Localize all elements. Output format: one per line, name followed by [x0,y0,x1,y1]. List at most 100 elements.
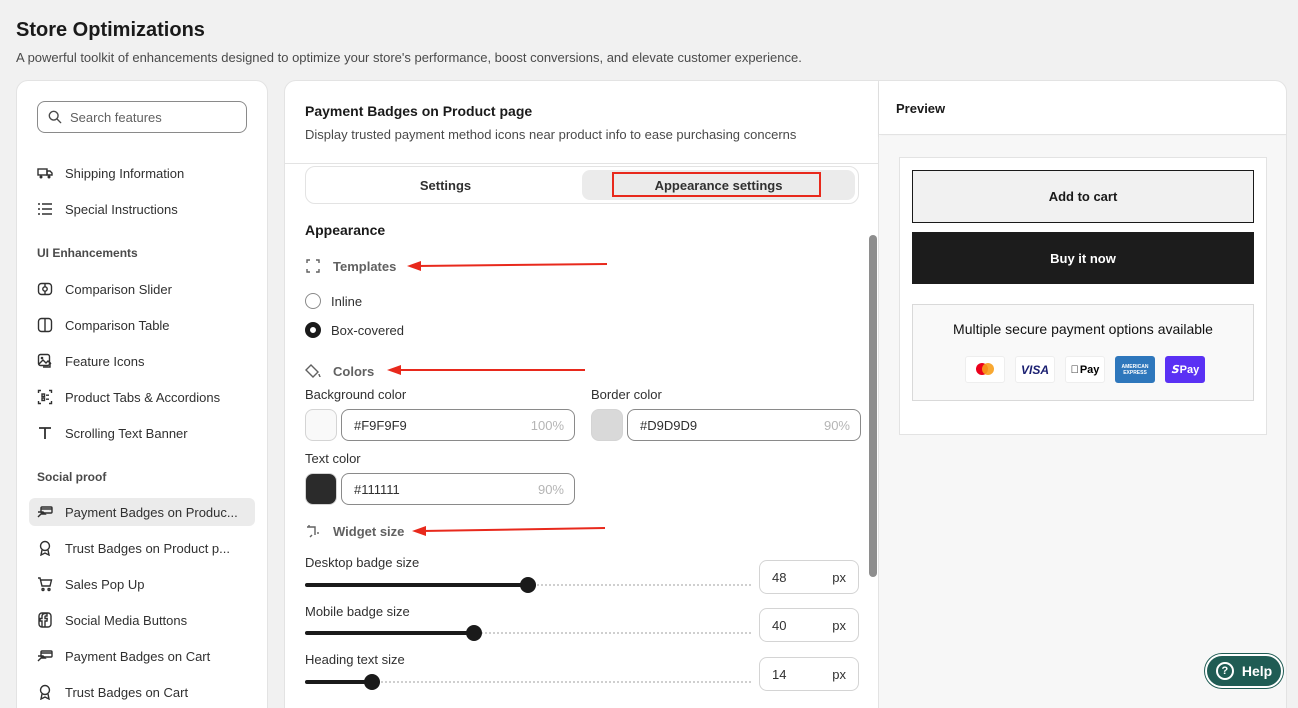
color-value: #111111 [354,481,400,497]
add-to-cart-button[interactable]: Add to cart [912,170,1254,223]
desktop-badge-size-input[interactable]: 48 px [759,560,859,594]
sidebar-item-social-media-buttons[interactable]: Social Media Buttons [29,606,255,634]
sidebar-item-feature-icons[interactable]: Feature Icons [29,347,255,375]
image-icon [37,353,53,369]
templates-heading: Templates [305,257,396,275]
sidebar-item-comparison-slider[interactable]: Comparison Slider [29,275,255,303]
heading-text-size-input[interactable]: 14 px [759,657,859,691]
ribbon-badge-icon [37,684,53,700]
sidebar-item-shipping-information[interactable]: Shipping Information [29,159,255,187]
slider-thumb[interactable] [363,674,380,690]
preview-title: Preview [896,101,946,116]
divider [285,163,879,164]
truck-icon [37,165,53,181]
sidebar-item-payment-badges-cart[interactable]: Payment Badges on Cart [29,642,255,670]
sidebar-item-label: Trust Badges on Product p... [65,540,230,556]
preview-card: Add to cart Buy it now Multiple secure p… [899,157,1267,435]
list-icon [37,201,53,217]
opacity-value: 90% [537,481,564,497]
template-option-inline[interactable]: Inline [305,293,362,309]
background-color-field[interactable]: #F9F9F9 100% [341,409,575,441]
social-icon [37,612,53,628]
search-box[interactable] [37,101,247,133]
tab-settings[interactable]: Settings [309,170,582,200]
border-color-field[interactable]: #D9D9D9 90% [627,409,861,441]
search-icon [48,110,62,124]
sidebar-item-trust-badges-product[interactable]: Trust Badges on Product p... [29,534,255,562]
radio-label: Inline [331,293,363,309]
colors-heading-label: Colors [333,363,375,379]
sidebar-item-product-tabs-accordions[interactable]: Product Tabs & Accordions [29,383,255,411]
border-color-label: Border color [591,387,662,402]
sidebar-item-scrolling-text-banner[interactable]: Scrolling Text Banner [29,419,255,447]
ribbon-badge-icon [37,540,53,556]
sidebar-item-label: Payment Badges on Produc... [65,504,238,520]
payment-hand-icon [37,648,53,664]
sidebar-item-special-instructions[interactable]: Special Instructions [29,195,255,223]
table-columns-icon [37,317,53,333]
tab-appearance-settings[interactable]: Appearance settings [582,170,855,200]
annotation-arrow [387,365,585,375]
scrollbar[interactable] [869,235,877,577]
sidebar-item-label: Social Media Buttons [65,612,188,628]
widget-size-heading: Widget size [305,522,404,540]
background-color-swatch[interactable] [305,409,337,441]
visa-label: VISA [1020,362,1049,377]
desktop-badge-size-slider[interactable] [305,577,751,593]
mobile-badge-size-slider[interactable] [305,625,751,641]
section-title-ui-enhancements: UI Enhancements [37,246,138,260]
template-option-box-covered[interactable]: Box-covered [305,322,404,338]
sidebar-item-label: Feature Icons [65,353,145,369]
section-title-social-proof: Social proof [37,470,107,484]
slider-thumb[interactable] [520,577,536,593]
size-value: 14 [772,666,787,682]
slider-fill [305,680,372,684]
sidebar-item-label: Shipping Information [65,165,185,181]
size-unit: px [832,666,846,682]
search-input[interactable] [70,109,230,125]
radio-button[interactable] [305,293,321,309]
heading-text-size-label: Heading text size [305,652,405,667]
text-color-label: Text color [305,451,361,466]
slider-thumb[interactable] [466,625,483,641]
sidebar-item-payment-badges-product[interactable]: Payment Badges on Produc... [29,498,255,526]
templates-heading-label: Templates [333,258,397,274]
slider-fill [305,583,528,587]
annotation-arrow [407,261,608,271]
payment-badges-widget: Multiple secure payment options availabl… [912,304,1254,401]
heading-text-size-slider[interactable] [305,674,751,690]
color-value: #F9F9F9 [354,417,407,433]
tabs-icon [37,389,53,405]
sidebar-item-label: Special Instructions [65,201,178,217]
annotation-highlight-box [612,172,821,197]
opacity-value: 100% [530,417,564,433]
badge-heading: Multiple secure payment options availabl… [953,321,1213,337]
color-value: #D9D9D9 [640,417,698,433]
badge-row: VISA Pay AMERICAN EXPRESS 𝗦Pay [965,356,1205,383]
preview-area: Add to cart Buy it now Multiple secure p… [879,136,1286,708]
text-color-field[interactable]: #111111 90% [341,473,575,505]
sidebar-item-trust-badges-cart[interactable]: Trust Badges on Cart [29,678,255,706]
sidebar-item-label: Sales Pop Up [65,576,145,592]
annotation-arrow [412,526,606,536]
background-color-label: Background color [305,387,407,402]
size-value: 40 [772,617,787,633]
sidebar-item-label: Trust Badges on Cart [65,684,189,700]
amex-icon: AMERICAN EXPRESS [1115,356,1155,383]
widget-size-heading-label: Widget size [333,523,405,539]
border-color-swatch[interactable] [591,409,623,441]
mobile-badge-size-input[interactable]: 40 px [759,608,859,642]
comparison-slider-icon [37,281,53,297]
text-color-swatch[interactable] [305,473,337,505]
sidebar-item-sales-pop-up[interactable]: Sales Pop Up [29,570,255,598]
radio-button-selected[interactable] [305,322,321,338]
dashed-frame-icon [305,257,323,275]
preview-header: Preview [879,81,1286,135]
apple-pay-icon: Pay [1065,356,1105,383]
paint-bucket-icon [305,362,323,380]
visa-icon: VISA [1015,356,1055,383]
sidebar-item-label: Comparison Slider [65,281,172,297]
sidebar-item-comparison-table[interactable]: Comparison Table [29,311,255,339]
buy-it-now-button[interactable]: Buy it now [912,232,1254,284]
help-button[interactable]: ? Help [1205,654,1283,688]
